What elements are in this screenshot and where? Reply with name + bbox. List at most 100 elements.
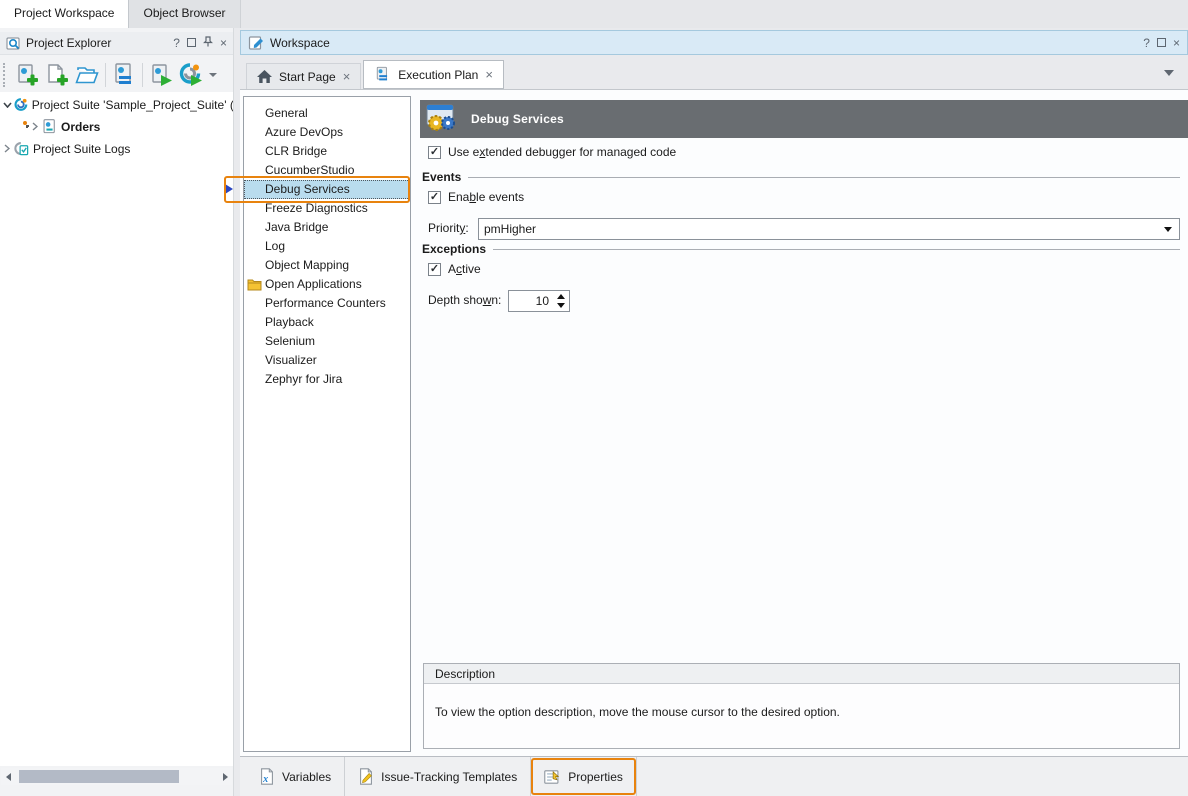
group-label: Events [422, 170, 461, 184]
bottom-tab-strip: x Variables Issue-Tracking Templates Pro… [240, 756, 1188, 796]
depth-shown-spinner[interactable]: 10 [508, 290, 570, 312]
tree-item-orders[interactable]: Orders [0, 117, 233, 136]
scroll-right-button[interactable] [218, 768, 232, 785]
add-project-suite-button[interactable] [12, 61, 42, 89]
option-item-cucumberstudio[interactable]: CucumberStudio [244, 161, 410, 180]
panel-title: Project Explorer [26, 36, 168, 50]
chevron-down-icon[interactable] [1164, 227, 1172, 232]
toolbar-grip[interactable] [3, 63, 8, 87]
scroll-left-button[interactable] [1, 768, 15, 785]
close-button[interactable]: × [1173, 36, 1180, 50]
issue-tracking-icon [358, 768, 374, 785]
workspace-content: General Azure DevOps CLR Bridge Cucumber… [240, 89, 1188, 756]
checkbox-checked-icon[interactable] [428, 191, 441, 204]
run-project-suite-button[interactable] [176, 61, 206, 89]
checkbox-checked-icon[interactable] [428, 146, 441, 159]
debug-services-properties: Debug Services Use extended debugger for… [418, 90, 1188, 756]
pin-button[interactable] [203, 36, 213, 50]
priority-combobox[interactable]: pmHigher [478, 218, 1180, 240]
option-label: Open Applications [265, 277, 362, 291]
option-item-azure-devops[interactable]: Azure DevOps [244, 123, 410, 142]
help-button[interactable]: ? [173, 36, 180, 50]
project-suite-icon [14, 97, 28, 112]
workspace-icon [248, 35, 264, 51]
checkbox-label: Active [448, 262, 481, 276]
close-button[interactable]: × [220, 36, 227, 50]
option-item-log[interactable]: Log [244, 237, 410, 256]
run-dropdown-caret[interactable] [209, 73, 217, 77]
execution-plan-icon [374, 66, 391, 83]
option-item-java-bridge[interactable]: Java Bridge [244, 218, 410, 237]
tree-item-label: Project Suite Logs [33, 142, 130, 156]
tab-label: Variables [282, 770, 331, 784]
option-item-clr-bridge[interactable]: CLR Bridge [244, 142, 410, 161]
workspace-tab-strip: Start Page × Execution Plan × [240, 60, 1188, 89]
organize-test-items-icon [111, 62, 137, 88]
home-icon [257, 70, 272, 83]
section-title: Debug Services [471, 112, 564, 126]
option-item-visualizer[interactable]: Visualizer [244, 351, 410, 370]
exceptions-group-header: Exceptions [422, 242, 1180, 256]
scrollbar-thumb[interactable] [19, 770, 179, 783]
workspace-header: Workspace ? × [240, 30, 1188, 55]
horizontal-scrollbar[interactable] [1, 768, 232, 785]
maximize-button[interactable] [187, 36, 196, 50]
variables-icon: x [259, 768, 275, 785]
spin-down-icon[interactable] [557, 303, 565, 308]
active-checkbox[interactable]: Active [428, 262, 481, 276]
combobox-value: pmHigher [484, 222, 536, 236]
tab-list-dropdown-icon[interactable] [1164, 70, 1174, 76]
spin-up-icon[interactable] [557, 294, 565, 299]
option-item-selenium[interactable]: Selenium [244, 332, 410, 351]
chevron-right-icon[interactable] [4, 122, 42, 131]
organize-test-items-button[interactable] [109, 61, 139, 89]
run-project-button[interactable] [146, 61, 176, 89]
option-item-general[interactable]: General [244, 104, 410, 123]
debug-services-icon [425, 103, 459, 135]
close-tab-icon[interactable]: × [485, 69, 493, 81]
svg-text:x: x [262, 774, 268, 785]
project-explorer-toolbar [0, 58, 233, 92]
tab-start-page[interactable]: Start Page × [246, 63, 361, 89]
section-banner: Debug Services [420, 100, 1188, 138]
tree-item-project-suite-logs[interactable]: Project Suite Logs [0, 139, 233, 158]
options-category-list: General Azure DevOps CLR Bridge Cucumber… [243, 96, 411, 752]
spinner-value: 10 [536, 294, 549, 308]
option-item-debug-services[interactable]: Debug Services [244, 180, 410, 199]
use-extended-debugger-checkbox[interactable]: Use extended debugger for managed code [428, 145, 676, 159]
tab-variables[interactable]: x Variables [246, 757, 345, 796]
help-button[interactable]: ? [1143, 36, 1150, 50]
description-header: Description [424, 664, 1179, 684]
tab-project-workspace[interactable]: Project Workspace [0, 0, 129, 28]
chevron-right-icon[interactable] [0, 144, 14, 153]
properties-icon [544, 769, 561, 785]
option-item-object-mapping[interactable]: Object Mapping [244, 256, 410, 275]
tab-execution-plan[interactable]: Execution Plan × [363, 60, 504, 89]
option-item-playback[interactable]: Playback [244, 313, 410, 332]
checkbox-label: Use extended debugger for managed code [448, 145, 676, 159]
checkbox-checked-icon[interactable] [428, 263, 441, 276]
option-item-zephyr-for-jira[interactable]: Zephyr for Jira [244, 370, 410, 389]
pin-icon [203, 36, 213, 47]
maximize-button[interactable] [1157, 36, 1166, 50]
option-item-open-applications[interactable]: Open Applications [244, 275, 410, 294]
option-item-performance-counters[interactable]: Performance Counters [244, 294, 410, 313]
events-group-header: Events [422, 170, 1180, 184]
open-file-button[interactable] [72, 61, 102, 89]
option-item-freeze-diagnostics[interactable]: Freeze Diagnostics [244, 199, 410, 218]
tab-object-browser[interactable]: Object Browser [129, 0, 240, 28]
tab-properties[interactable]: Properties [531, 757, 637, 796]
run-project-icon [148, 62, 174, 88]
project-explorer-icon [6, 36, 21, 51]
add-new-item-button[interactable] [42, 61, 72, 89]
scroll-left-icon [6, 773, 11, 781]
tab-issue-tracking-templates[interactable]: Issue-Tracking Templates [345, 757, 531, 796]
close-tab-icon[interactable]: × [343, 71, 351, 83]
chevron-down-icon[interactable] [0, 102, 14, 108]
tree-item-project-suite[interactable]: Project Suite 'Sample_Project_Suite' (1 … [0, 95, 233, 114]
option-label: Debug Services [265, 182, 350, 196]
enable-events-checkbox[interactable]: Enable events [428, 190, 524, 204]
folder-icon [247, 278, 262, 291]
project-explorer-tree: Project Suite 'Sample_Project_Suite' (1 … [0, 92, 233, 766]
document-tab-bar: Project Workspace Object Browser [0, 0, 1188, 28]
